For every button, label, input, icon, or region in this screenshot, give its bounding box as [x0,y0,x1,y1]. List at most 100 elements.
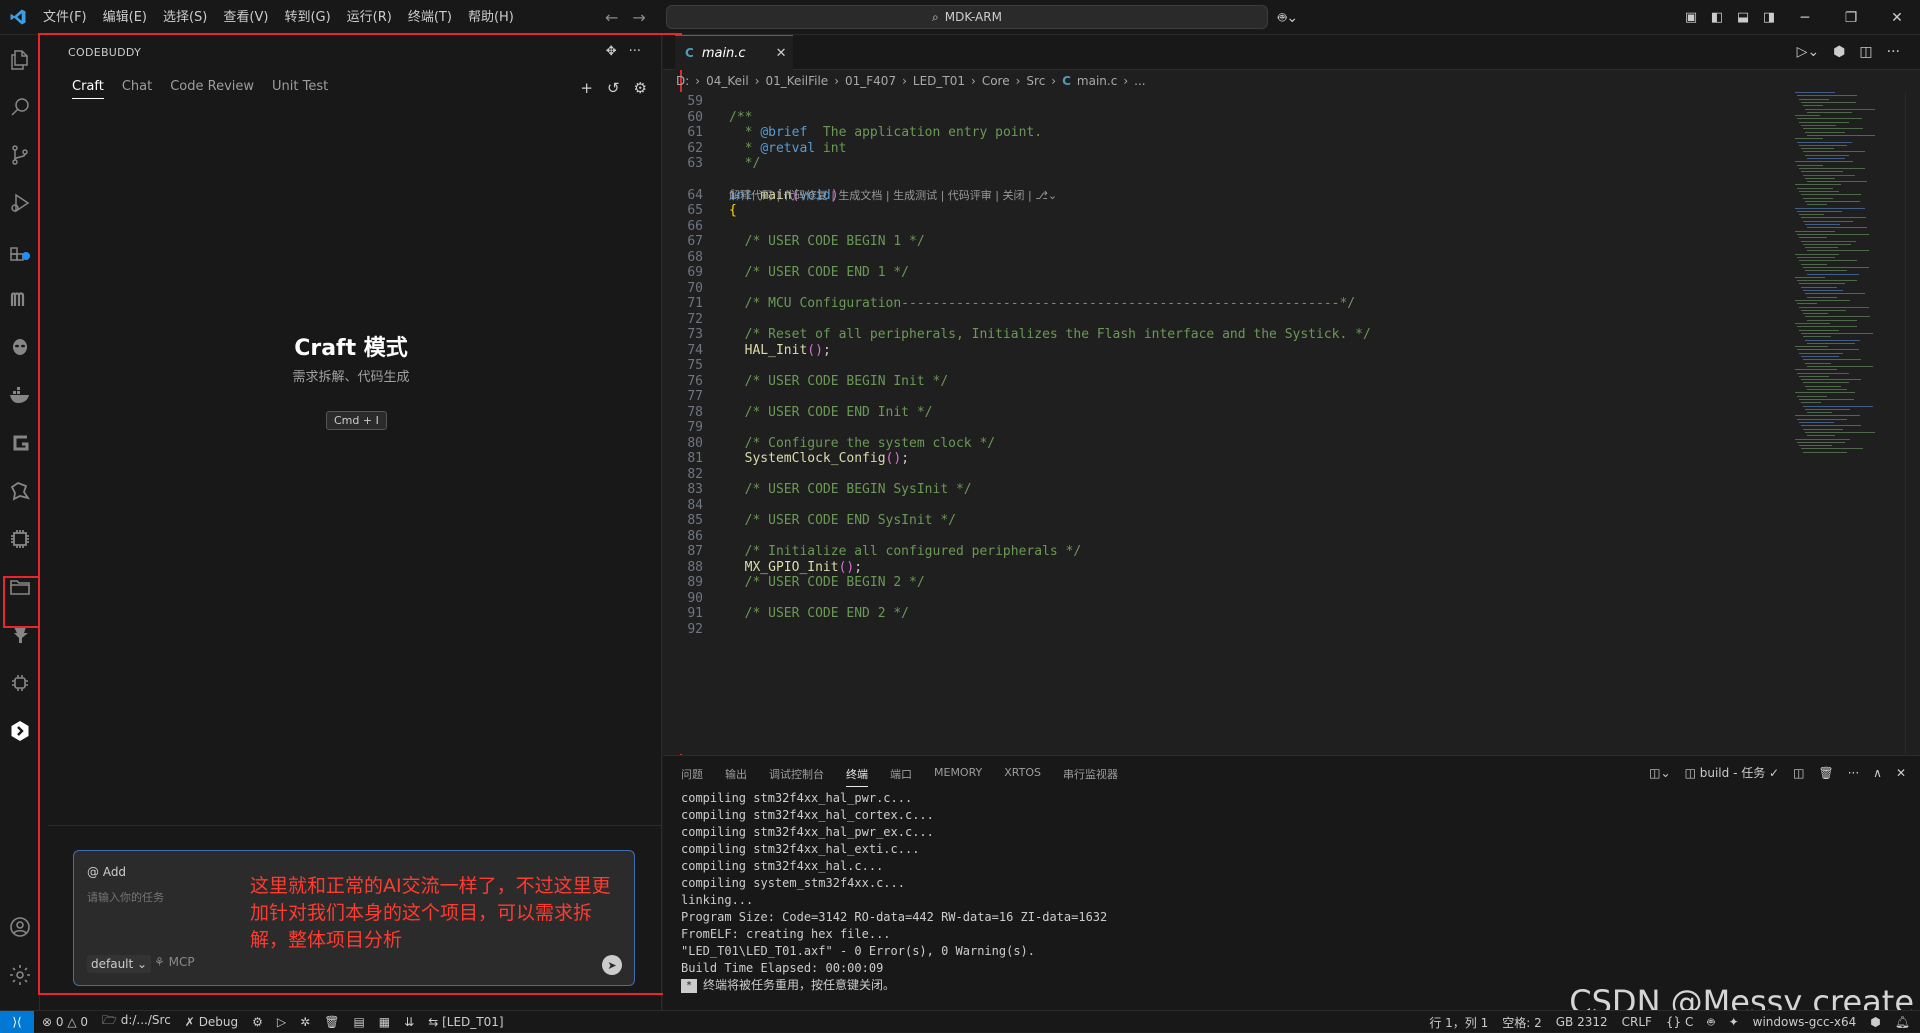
more-actions-icon[interactable]: ··· [1848,766,1859,780]
more-actions-icon[interactable]: ··· [629,44,641,59]
customize-layout-icon[interactable]: ▣ [1678,10,1704,25]
back-arrow-icon[interactable]: ← [605,8,618,27]
breadcrumb-item[interactable]: 01_F407 [845,74,896,88]
tab-serial-monitor[interactable]: 串行监视器 [1063,766,1118,787]
platformio-icon[interactable] [0,471,40,511]
search-view-icon[interactable] [0,87,40,127]
language-mode[interactable]: {} C [1666,1015,1693,1029]
menu-help[interactable]: 帮助(H) [460,0,522,35]
terminal-task[interactable]: ◫ build - 任务 ✓ [1685,764,1780,781]
breadcrumb-item[interactable]: 01_KeilFile [766,74,829,88]
editor-scrollbar[interactable] [1905,92,1919,754]
cursor-position[interactable]: 行 1，列 1 [1429,1014,1488,1031]
copilot-status-icon[interactable]: 🤖︎ [1707,1014,1714,1031]
platform[interactable]: windows-gcc-x64 [1753,1015,1857,1029]
processor-icon[interactable] [0,663,40,703]
breadcrumb-item[interactable]: Src [1026,74,1045,88]
docker-icon[interactable] [0,375,40,415]
code-editor[interactable]: 59 60/** 61 * @brief The application entry… [663,92,1920,754]
history-icon[interactable]: ↺ [607,79,620,97]
breadcrumb-item[interactable]: LED_T01 [913,74,965,88]
menu-run[interactable]: 运行(R) [339,0,400,35]
close-window-icon[interactable]: ✕ [1874,10,1920,26]
mcp-button[interactable]: ⚘ MCP [154,955,195,969]
explorer-icon[interactable] [0,40,40,80]
minimap[interactable] [1795,92,1875,462]
codebuddy-status-icon[interactable]: ⬢ [1870,1015,1880,1029]
build-icon[interactable]: ▤ [353,1015,364,1029]
tab-terminal[interactable]: 终端 [846,766,868,787]
toggle-secondary-sidebar-icon[interactable]: ◨ [1756,10,1782,25]
breadcrumb-item[interactable]: 04_Keil [706,74,749,88]
move-icon[interactable]: ✥ [606,44,617,59]
codelens-menu-icon[interactable]: ⎇⌄ [1035,189,1057,202]
restore-icon[interactable]: ❐ [1828,10,1874,26]
task-input[interactable] [87,891,227,904]
model-select[interactable]: default ⌄ [87,955,152,973]
tab-output[interactable]: 输出 [725,766,747,787]
sync-icon[interactable]: ✦ [1729,1015,1739,1029]
menu-edit[interactable]: 编辑(E) [95,0,155,35]
copilot-icon[interactable]: 🤖︎⌄ [1278,8,1298,28]
menu-file[interactable]: 文件(F) [35,0,95,35]
breadcrumb-file[interactable]: main.c [1077,74,1117,88]
tab-debug-console[interactable]: 调试控制台 [769,766,824,787]
g-icon[interactable] [0,423,40,463]
run-debug-icon[interactable] [0,183,40,223]
settings-icon[interactable]: ⚙ [634,79,647,97]
split-terminal-icon[interactable]: ◫ [1793,766,1804,780]
close-panel-icon[interactable]: ✕ [1896,766,1906,780]
tab-chat[interactable]: Chat [122,79,152,99]
indentation[interactable]: 空格: 2 [1502,1014,1542,1031]
run-icon[interactable]: ▷ [277,1015,286,1029]
codebuddy-icon[interactable] [0,711,40,751]
kill-terminal-icon[interactable]: 🗑︎ [1818,766,1833,780]
tab-ports[interactable]: 端口 [890,766,912,787]
tab-main-c[interactable]: C main.c ✕ [675,35,793,70]
terminal-output[interactable]: compiling stm32f4xx_hal_pwr.c... compilin… [681,790,1107,994]
run-icon[interactable]: ▷⌄ [1797,44,1820,60]
settings-gear-icon[interactable] [0,955,40,995]
tab-problems[interactable]: 问题 [681,766,703,787]
target-select[interactable]: ⇆ [LED_T01] [428,1015,503,1029]
extensions-icon[interactable] [0,231,40,271]
split-editor-icon[interactable]: ◫ [1859,44,1872,60]
terminal-layout-icon[interactable]: ◫⌄ [1649,766,1670,780]
more-actions-icon[interactable]: ··· [1887,44,1900,60]
close-tab-icon[interactable]: ✕ [776,46,787,61]
maximize-panel-icon[interactable]: ∧ [1873,766,1882,780]
debug-icon[interactable]: ✲ [300,1015,310,1029]
menu-terminal[interactable]: 终端(T) [400,0,460,35]
remote-indicator-icon[interactable]: ⟩⟨ [0,1010,34,1033]
tab-memory[interactable]: MEMORY [934,766,982,787]
breadcrumb-item[interactable]: Core [982,74,1010,88]
tab-code-review[interactable]: Code Review [170,79,254,99]
flash-icon[interactable]: ⇊ [404,1015,414,1029]
codebuddy-small-icon[interactable]: ⬢ [1833,44,1845,60]
source-control-icon[interactable] [0,135,40,175]
toggle-panel-icon[interactable]: ⬓ [1730,10,1756,25]
folder-status[interactable]: 🗁︎ d:/.../Src [102,1011,171,1032]
codebuddy-codelens[interactable]: 解释代码 | 代码修复 | 生成文档 | 生成测试 | 代码评审 | 关闭 | … [729,187,1057,203]
rebuild-icon[interactable]: ▦ [379,1015,390,1029]
gear-icon[interactable]: ⚙ [252,1015,263,1029]
delete-icon[interactable]: 🗑︎ [324,1015,339,1029]
account-icon[interactable] [0,907,40,947]
command-center-search[interactable]: ⌕ MDK-ARM [666,5,1268,29]
alien-icon[interactable] [0,327,40,367]
menu-go[interactable]: 转到(G) [276,0,338,35]
breadcrumb-more[interactable]: ... [1134,74,1145,88]
forward-arrow-icon[interactable]: → [632,8,645,27]
tab-craft[interactable]: Craft [72,79,104,99]
tab-xrtos[interactable]: XRTOS [1004,766,1041,787]
new-chat-icon[interactable]: + [580,79,593,97]
problems-count[interactable]: ⊗ 0 △ 0 [42,1015,88,1029]
build-mode[interactable]: ✗ Debug [185,1015,238,1029]
notifications-icon[interactable]: 🔔︎ [1895,1015,1910,1029]
toggle-primary-sidebar-icon[interactable]: ◧ [1704,10,1730,25]
line-ending[interactable]: CRLF [1622,1015,1652,1029]
add-context-button[interactable]: @ Add [87,865,126,879]
mdk-icon[interactable] [0,279,40,319]
encoding[interactable]: GB 2312 [1556,1015,1608,1029]
chip-icon[interactable] [0,519,40,559]
